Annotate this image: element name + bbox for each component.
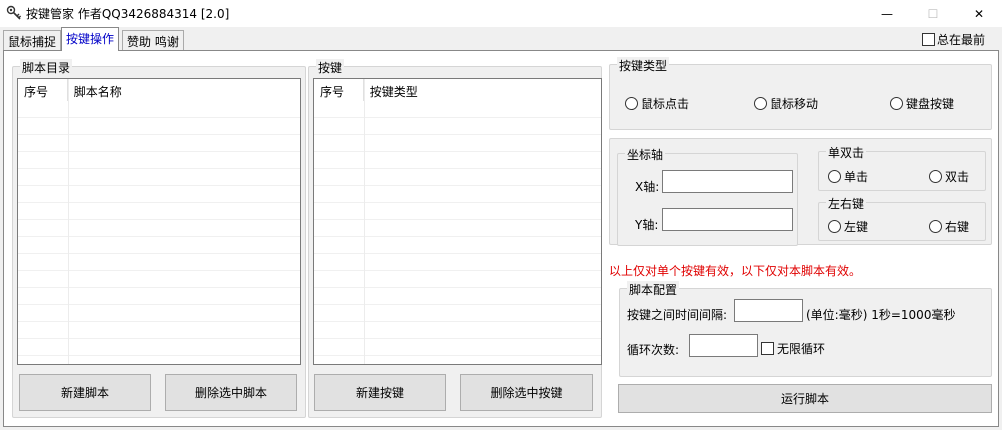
tab-key-operation[interactable]: 按键操作 bbox=[61, 27, 120, 51]
radio-label: 鼠标点击 bbox=[641, 97, 690, 111]
list-header: 序号 脚本名称 bbox=[18, 79, 300, 101]
radio-right-button[interactable]: 右键 bbox=[929, 218, 969, 235]
delete-key-button[interactable]: 删除选中按键 bbox=[460, 374, 593, 411]
interval-input[interactable] bbox=[734, 299, 803, 322]
new-key-button[interactable]: 新建按键 bbox=[314, 374, 446, 411]
title-bar[interactable]: 按键管家 作者QQ3426884314 [2.0] — ☐ ✕ bbox=[0, 0, 1002, 27]
radio-single-click[interactable]: 单击 bbox=[828, 168, 868, 185]
radio-label: 双击 bbox=[945, 170, 970, 184]
key-list[interactable]: 序号 按键类型 bbox=[313, 78, 602, 365]
close-icon: ✕ bbox=[973, 6, 985, 21]
mouse-button-group: 左右键 左键 右键 bbox=[818, 195, 986, 241]
x-axis-label: X轴: bbox=[635, 180, 660, 194]
minimize-button[interactable]: — bbox=[864, 0, 910, 27]
tab-label: 鼠标捕捉 bbox=[8, 35, 57, 49]
group-label: 左右键 bbox=[826, 195, 867, 212]
loop-count-input[interactable] bbox=[689, 334, 758, 357]
tab-label: 按键操作 bbox=[66, 32, 115, 46]
column-header-key-type[interactable]: 按键类型 bbox=[364, 79, 601, 101]
checkbox-box[interactable] bbox=[761, 342, 774, 355]
maximize-button[interactable]: ☐ bbox=[910, 0, 956, 27]
radio-circle[interactable] bbox=[828, 170, 841, 183]
radio-circle[interactable] bbox=[929, 220, 942, 233]
radio-circle[interactable] bbox=[929, 170, 942, 183]
column-header-index[interactable]: 序号 bbox=[18, 79, 68, 101]
column-divider bbox=[68, 79, 69, 364]
group-label: 坐标轴 bbox=[625, 146, 666, 163]
radio-circle[interactable] bbox=[890, 97, 903, 110]
tab-content: 脚本目录 序号 脚本名称 新建脚本 删除选中脚本 按键 序号 按键类型 新建按键… bbox=[3, 50, 999, 427]
tab-mouse-capture[interactable]: 鼠标捕捉 bbox=[3, 30, 62, 50]
radio-label: 右键 bbox=[945, 220, 970, 234]
close-button[interactable]: ✕ bbox=[956, 0, 1002, 27]
script-config-group: 脚本配置 按键之间时间间隔: (单位:毫秒) 1秒=1000毫秒 循环次数: 无… bbox=[619, 281, 992, 377]
scope-note: 以上仅对单个按键有效，以下仅对本脚本有效。 bbox=[609, 264, 862, 278]
infinite-loop-label: 无限循环 bbox=[777, 342, 826, 356]
radio-circle[interactable] bbox=[625, 97, 638, 110]
group-label: 脚本目录 bbox=[20, 59, 73, 76]
radio-left-button[interactable]: 左键 bbox=[828, 218, 868, 235]
tab-strip: 鼠标捕捉 按键操作 赞助 鸣谢 bbox=[0, 27, 1002, 51]
maximize-icon: ☐ bbox=[927, 6, 939, 21]
script-directory-group: 脚本目录 序号 脚本名称 新建脚本 删除选中脚本 bbox=[12, 59, 306, 418]
radio-mouse-move[interactable]: 鼠标移动 bbox=[754, 95, 818, 112]
radio-circle[interactable] bbox=[754, 97, 767, 110]
click-mode-group: 单双击 单击 双击 bbox=[818, 144, 986, 191]
tab-label: 赞助 鸣谢 bbox=[127, 35, 179, 49]
y-axis-label: Y轴: bbox=[635, 218, 659, 232]
group-label: 按键类型 bbox=[617, 57, 670, 74]
run-script-button[interactable]: 运行脚本 bbox=[618, 384, 992, 413]
always-on-top-checkbox[interactable]: 总在最前 bbox=[922, 31, 985, 48]
list-body[interactable] bbox=[314, 101, 601, 364]
group-label: 单双击 bbox=[826, 144, 867, 161]
single-key-settings-panel: 坐标轴 X轴: Y轴: 单双击 单击 双击 左右键 左键 右键 bbox=[609, 138, 992, 246]
loop-count-label: 循环次数: bbox=[627, 343, 680, 357]
key-type-group: 按键类型 鼠标点击 鼠标移动 键盘按键 bbox=[609, 57, 992, 130]
y-axis-input[interactable] bbox=[662, 208, 793, 231]
script-list[interactable]: 序号 脚本名称 bbox=[17, 78, 301, 365]
column-divider bbox=[364, 79, 365, 364]
list-header: 序号 按键类型 bbox=[314, 79, 601, 101]
coordinates-group: 坐标轴 X轴: Y轴: bbox=[617, 146, 798, 246]
x-axis-input[interactable] bbox=[662, 170, 793, 193]
radio-label: 鼠标移动 bbox=[770, 97, 819, 111]
tab-sponsor-thanks[interactable]: 赞助 鸣谢 bbox=[122, 30, 184, 50]
interval-unit-label: (单位:毫秒) 1秒=1000毫秒 bbox=[806, 308, 956, 322]
radio-double-click[interactable]: 双击 bbox=[929, 168, 969, 185]
radio-keyboard-key[interactable]: 键盘按键 bbox=[890, 95, 954, 112]
always-on-top-label: 总在最前 bbox=[937, 33, 986, 47]
column-header-index[interactable]: 序号 bbox=[314, 79, 364, 101]
group-label: 按键 bbox=[316, 59, 345, 76]
infinite-loop-checkbox[interactable]: 无限循环 bbox=[761, 340, 825, 357]
keys-group: 按键 序号 按键类型 新建按键 删除选中按键 bbox=[308, 59, 602, 418]
window-title: 按键管家 作者QQ3426884314 [2.0] bbox=[26, 7, 230, 21]
radio-mouse-click[interactable]: 鼠标点击 bbox=[625, 95, 689, 112]
radio-label: 键盘按键 bbox=[906, 97, 955, 111]
delete-script-button[interactable]: 删除选中脚本 bbox=[165, 374, 297, 411]
checkbox-box[interactable] bbox=[922, 33, 935, 46]
column-header-script-name[interactable]: 脚本名称 bbox=[68, 79, 300, 101]
group-label: 脚本配置 bbox=[627, 281, 680, 298]
interval-label: 按键之间时间间隔: bbox=[627, 308, 728, 322]
radio-label: 单击 bbox=[844, 170, 869, 184]
minimize-icon: — bbox=[881, 6, 893, 21]
radio-circle[interactable] bbox=[828, 220, 841, 233]
list-body[interactable] bbox=[18, 101, 300, 364]
gear-key-icon bbox=[6, 5, 22, 21]
radio-label: 左键 bbox=[844, 220, 869, 234]
new-script-button[interactable]: 新建脚本 bbox=[19, 374, 151, 411]
